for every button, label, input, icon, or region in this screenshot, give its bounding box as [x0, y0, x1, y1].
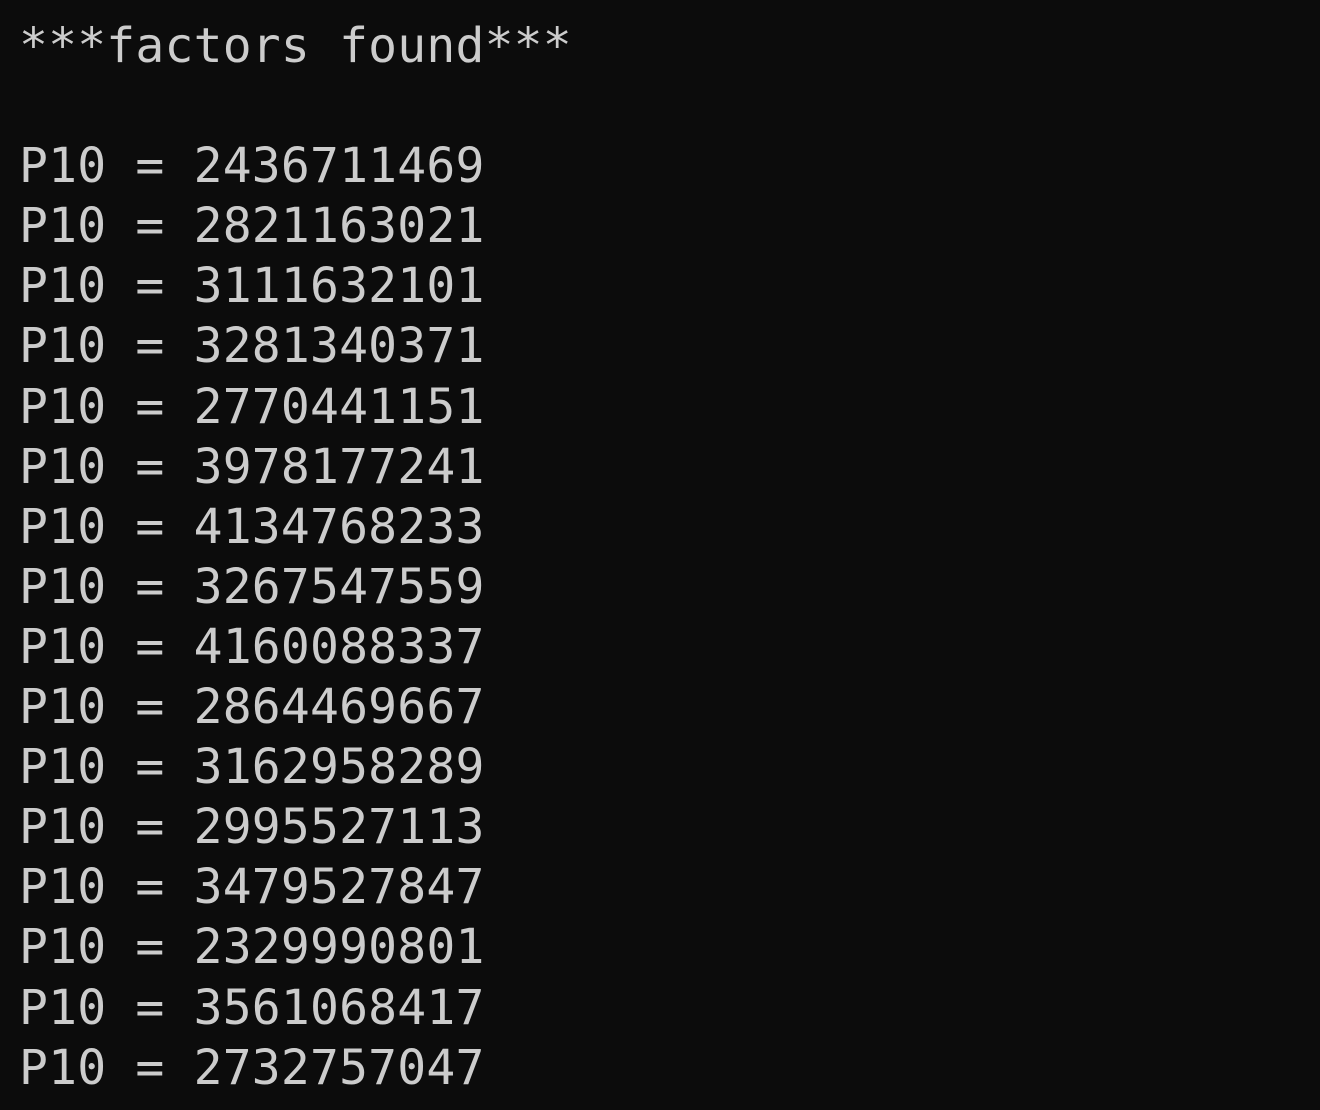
output-line: P10 = 3479527847 [19, 859, 485, 916]
terminal-window[interactable]: ***factors found*** P10 = 2436711469 P10… [0, 0, 1320, 1110]
output-line: P10 = 2821163021 [19, 198, 485, 255]
output-line: P10 = 2436711469 [19, 138, 485, 195]
factors-found-header: ***factors found*** [19, 18, 572, 74]
output-line: P10 = 3267547559 [19, 558, 485, 615]
output-line: P10 = 2995527113 [19, 799, 485, 856]
output-line: P10 = 2732757047 [19, 1039, 485, 1096]
output-line: P10 = 3162958289 [19, 739, 485, 796]
output-line: P10 = 3281340371 [19, 318, 485, 375]
output-line: P10 = 4160088337 [19, 618, 485, 675]
output-line: P10 = 2864469667 [19, 679, 485, 736]
output-line: P10 = 2329990801 [19, 919, 485, 976]
output-line: P10 = 2770441151 [19, 378, 485, 435]
output-line: P10 = 3111632101 [19, 258, 485, 315]
output-line: P10 = 3561068417 [19, 979, 485, 1036]
output-line: P10 = 3978177241 [19, 438, 485, 495]
output-line: P10 = 4134768233 [19, 498, 485, 555]
